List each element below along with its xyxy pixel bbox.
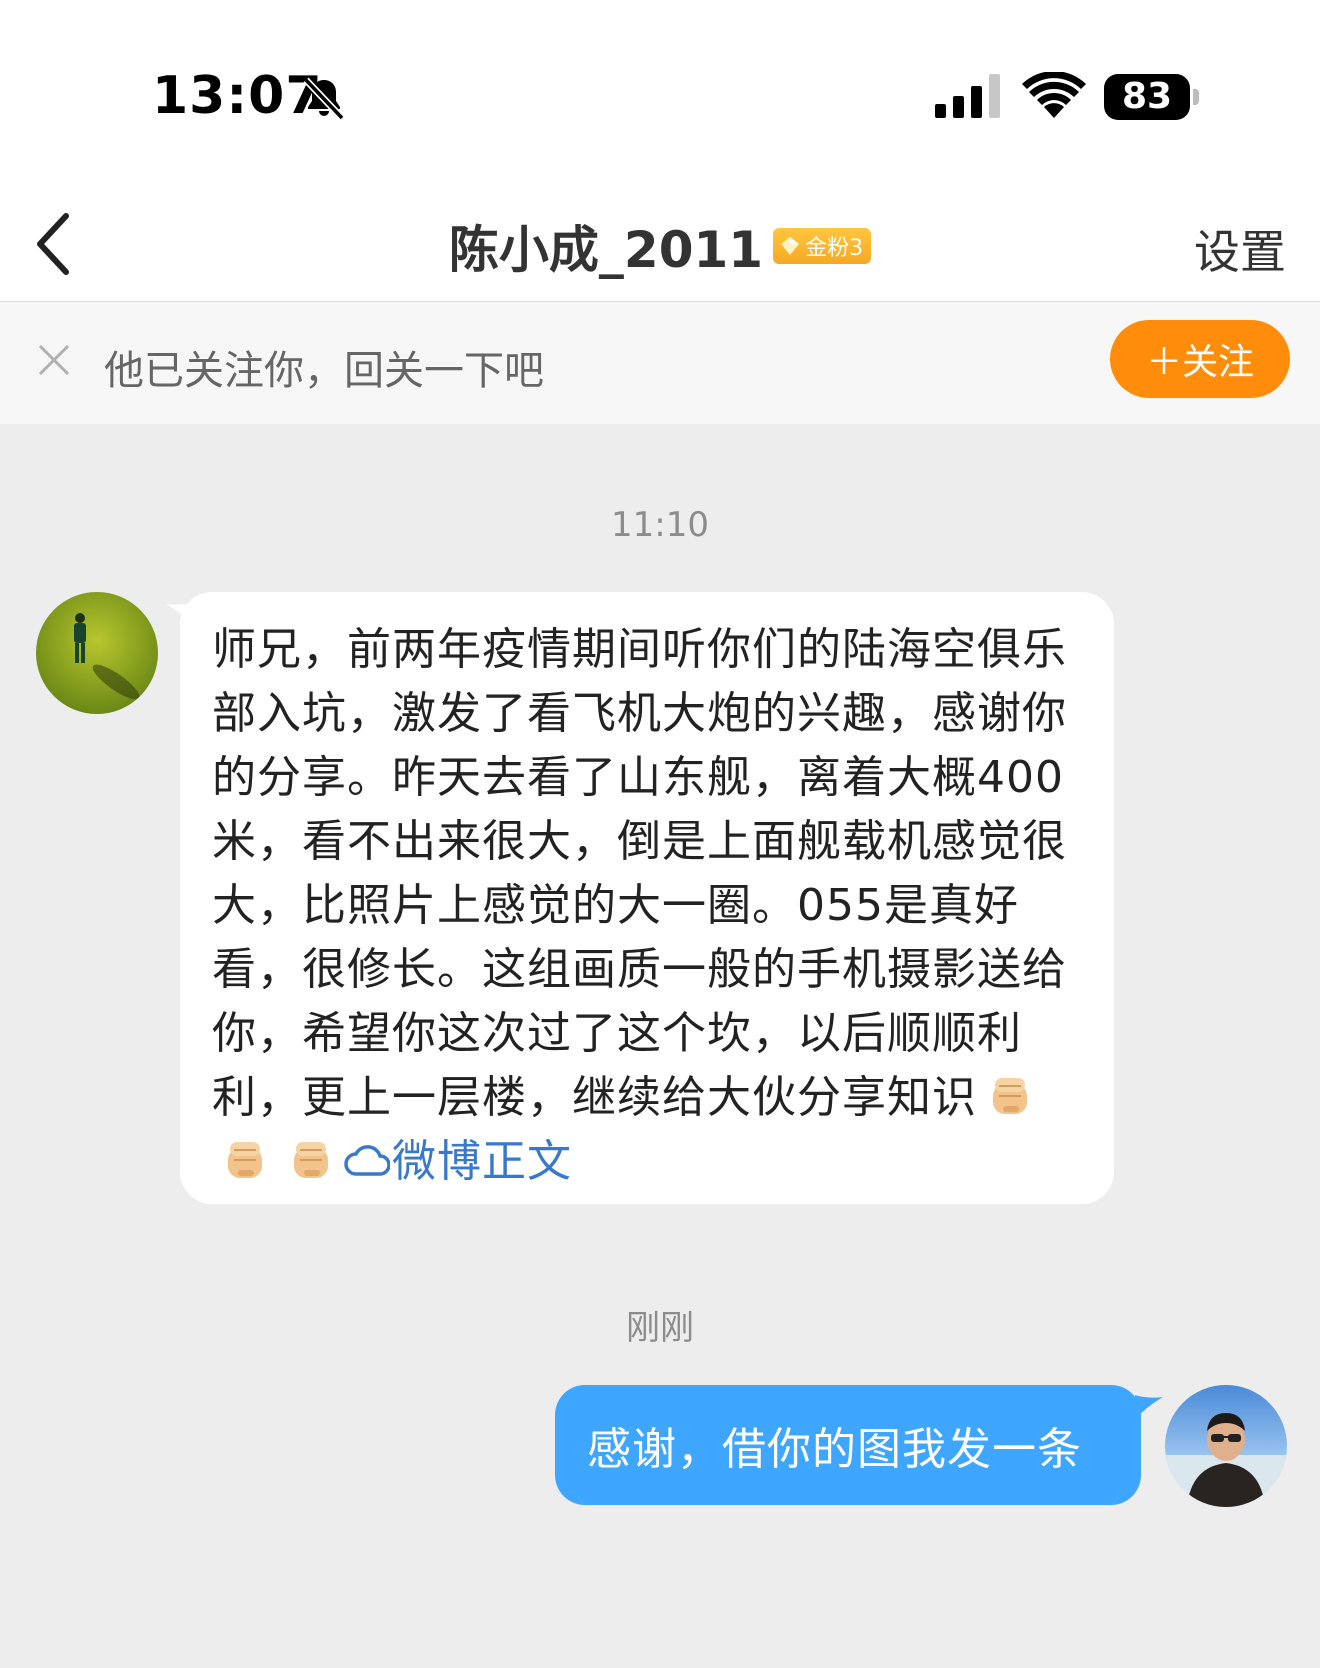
chat-header: 陈小成_2011 金粉3 设置 <box>0 190 1320 302</box>
fan-badge: 金粉3 <box>773 228 872 264</box>
follow-back-banner: 他已关注你，回关一下吧 ＋关注 <box>0 302 1320 424</box>
outgoing-message-bubble[interactable]: 感谢，借你的图我发一条 <box>555 1385 1141 1505</box>
sender-avatar[interactable] <box>36 592 158 714</box>
bubble-tail <box>1135 1395 1163 1419</box>
fist-emoji <box>993 1078 1027 1114</box>
follow-back-text: 他已关注你，回关一下吧 <box>104 348 544 394</box>
incoming-message-text: 师兄，前两年疫情期间听你们的陆海空俱乐部入坑，激发了看飞机大炮的兴趣，感谢你的分… <box>212 624 1067 1123</box>
signal-icon <box>935 74 1000 118</box>
close-icon[interactable] <box>36 342 72 378</box>
outgoing-message-text: 感谢，借你的图我发一条 <box>587 1424 1082 1475</box>
gem-icon <box>781 237 800 255</box>
fist-emoji <box>294 1142 328 1178</box>
chat-screen: 13:07 83 陈小成_2011 金粉3 设置 他已关注你，回关一下吧 ＋关注… <box>0 0 1320 1668</box>
message-time: 11:10 <box>611 505 709 545</box>
incoming-message-bubble[interactable]: 师兄，前两年疫情期间听你们的陆海空俱乐部入坑，激发了看飞机大炮的兴趣，感谢你的分… <box>180 592 1114 1204</box>
status-time: 13:07 <box>152 66 323 126</box>
battery-level: 83 <box>1121 76 1173 117</box>
avatar-image <box>1165 1385 1287 1507</box>
badge-label: 金粉3 <box>805 236 864 261</box>
weibo-link-label: 微博正文 <box>392 1136 572 1187</box>
bell-muted-icon <box>303 77 345 121</box>
page-title: 陈小成_2011 <box>448 221 764 279</box>
battery-icon: 83 <box>1104 74 1199 120</box>
avatar-image <box>36 592 158 714</box>
status-bar: 13:07 83 <box>0 0 1320 190</box>
my-avatar[interactable] <box>1165 1385 1287 1507</box>
fist-emoji <box>228 1142 262 1178</box>
settings-button[interactable]: 设置 <box>1194 216 1286 282</box>
wifi-icon <box>1022 72 1086 118</box>
message-time: 刚刚 <box>626 1308 694 1348</box>
weibo-cloud-icon <box>344 1145 390 1176</box>
weibo-post-link[interactable]: 微博正文 <box>344 1136 572 1187</box>
follow-button[interactable]: ＋关注 <box>1110 320 1290 398</box>
